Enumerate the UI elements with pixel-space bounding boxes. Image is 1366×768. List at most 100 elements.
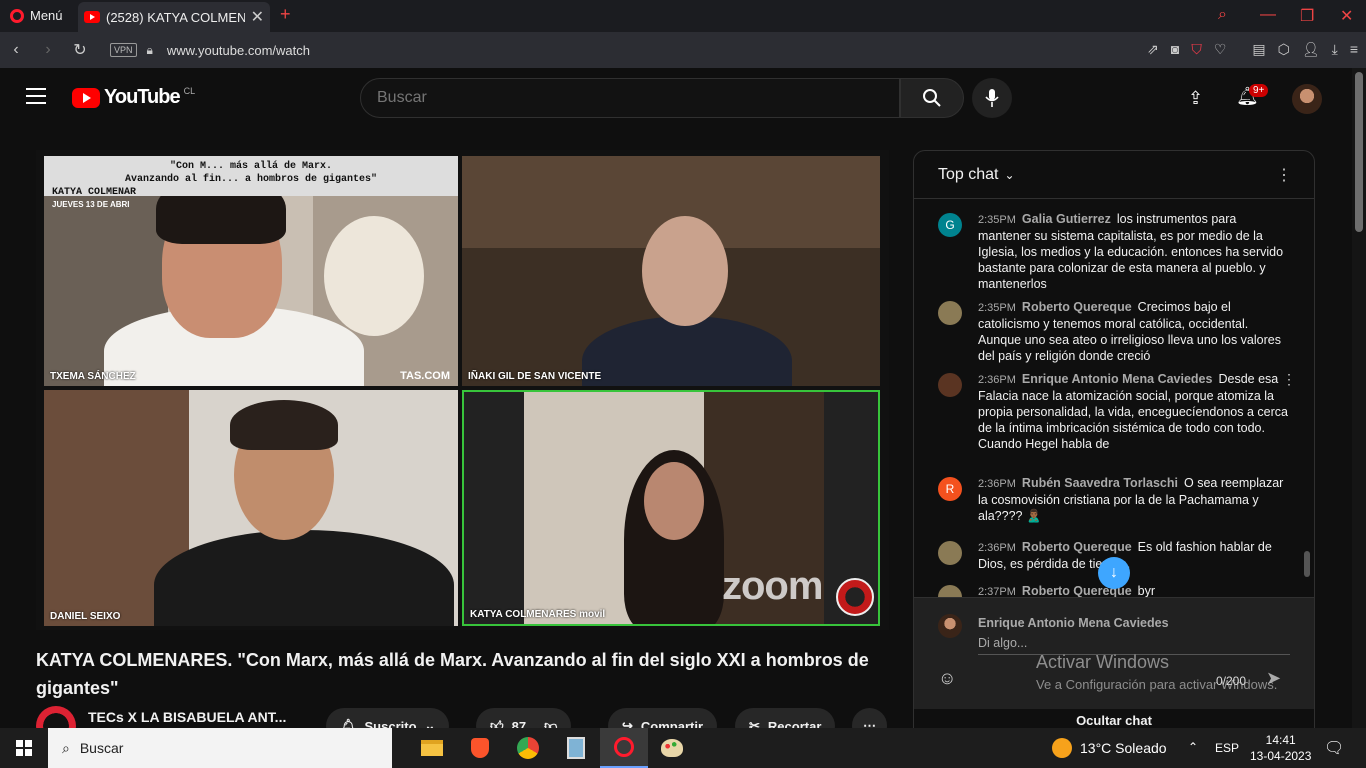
cube-icon[interactable]: ⬡ — [1278, 41, 1290, 58]
own-avatar — [938, 614, 962, 638]
camera-icon[interactable]: ◙ — [1171, 41, 1179, 58]
opera-taskbar-icon[interactable] — [600, 728, 648, 768]
chrome-icon[interactable] — [504, 728, 552, 768]
minimize-icon[interactable]: — — [1260, 6, 1276, 24]
back-icon[interactable]: ‹ — [0, 41, 32, 59]
watermark-title: Activar Windows — [1036, 652, 1170, 672]
message-author[interactable]: Galia Gutierrez — [1022, 212, 1111, 226]
hide-chat-button[interactable]: Ocultar chat — [914, 713, 1314, 728]
brave-browser-icon[interactable] — [456, 728, 504, 768]
message-options-icon[interactable]: ⋮ — [1282, 371, 1296, 387]
channel-name[interactable]: TECs X LA BISABUELA ANT... — [88, 709, 286, 725]
notification-badge: 9+ — [1249, 84, 1269, 97]
activate-windows-watermark: Activar Windows Ve a Configuración para … — [1036, 652, 1277, 692]
wallet-icon[interactable]: ▤ — [1252, 41, 1265, 58]
emoji-icon[interactable]: ☺ — [938, 668, 956, 689]
message-author[interactable]: Rubén Saavedra Torlaschi — [1022, 476, 1178, 490]
participant-face — [642, 216, 728, 326]
hamburger-menu-icon[interactable] — [26, 88, 46, 104]
forward-icon[interactable]: › — [32, 41, 64, 59]
message-author[interactable]: Enrique Antonio Mena Caviedes — [1022, 372, 1213, 386]
notification-center-icon[interactable]: 🗨︎ — [1324, 738, 1344, 758]
reload-icon[interactable]: ↻ — [64, 40, 96, 60]
search-button[interactable] — [900, 78, 964, 118]
adblock-shield-icon[interactable]: ⛉ — [1191, 41, 1202, 58]
chat-mode-label: Top chat — [938, 165, 999, 183]
weather-text: 13°C Soleado — [1080, 740, 1167, 756]
chat-avatar — [938, 301, 962, 325]
taskbar-search[interactable]: ⌕ Buscar — [48, 728, 392, 768]
participant-body — [582, 316, 792, 386]
upload-icon[interactable]: ⇪ — [1188, 88, 1203, 109]
chat-avatar: R — [938, 477, 962, 501]
url-field[interactable]: www.youtube.com/watch — [167, 43, 310, 58]
video-player[interactable]: "Con M... más allá de Marx. Avanzando al… — [36, 150, 889, 630]
country-code: CL — [183, 85, 196, 96]
opera-logo-icon — [10, 8, 24, 23]
restore-icon[interactable]: ❐ — [1300, 6, 1314, 26]
clock-time: 14:41 — [1265, 733, 1296, 747]
chat-messages[interactable]: G 2:35PM Galia Gutierrez los instrumentos … — [914, 201, 1304, 597]
address-bar: ‹ › ↻ VPN 🔒︎ www.youtube.com/watch ⇗ ◙ ⛉… — [0, 32, 1366, 68]
search-icon: ⌕ — [62, 739, 70, 756]
sun-icon — [1052, 738, 1072, 758]
chat-message[interactable]: R 2:36PM Rubén Saavedra Torlaschi O sea re… — [938, 475, 1288, 524]
youtube-logo[interactable]: YouTube CL — [72, 86, 195, 109]
message-time: 2:36PM — [978, 542, 1016, 554]
clock-date: 13-04-2023 — [1250, 749, 1312, 763]
menu-label: Menú — [30, 8, 63, 23]
youtube-play-logo-icon — [72, 87, 100, 108]
notepad-icon[interactable] — [552, 728, 600, 768]
tray-chevron-icon[interactable]: ⌃ — [1188, 740, 1198, 754]
account-avatar[interactable] — [1292, 84, 1322, 114]
download-icon[interactable]: ⤓ — [1332, 41, 1338, 58]
banner-date: JUEVES 13 DE ABRI — [52, 200, 130, 209]
browser-search-icon[interactable]: ⌕ — [1218, 6, 1227, 24]
search-icon — [923, 89, 941, 107]
chat-header[interactable]: Top chat ⌄ — [914, 151, 1314, 199]
chat-message[interactable]: G 2:35PM Galia Gutierrez los instrumentos … — [938, 211, 1288, 292]
participant-body — [154, 530, 454, 626]
opera-menu-button[interactable]: Menú — [10, 8, 63, 23]
taskbar-clock[interactable]: 14:41 13-04-2023 — [1250, 732, 1311, 764]
participant-hair — [230, 400, 338, 450]
weather-widget[interactable]: 13°C Soleado — [1052, 738, 1167, 758]
microphone-icon — [985, 89, 999, 107]
browser-tab-active[interactable]: (2528) KATYA COLMENARE ✕ — [78, 2, 270, 32]
close-window-icon[interactable]: ✕ — [1340, 6, 1353, 26]
share-icon[interactable]: ⇗ — [1147, 41, 1159, 58]
file-explorer-icon[interactable] — [408, 728, 456, 768]
chat-avatar — [938, 541, 962, 565]
page-scrollbar-thumb[interactable] — [1355, 72, 1363, 232]
search-input[interactable] — [360, 78, 900, 118]
language-indicator[interactable]: ESP — [1215, 741, 1239, 755]
marx-portrait — [324, 216, 424, 336]
lock-icon[interactable]: 🔒︎ — [147, 43, 153, 58]
message-time: 2:37PM — [978, 586, 1016, 597]
voice-search-button[interactable] — [972, 78, 1012, 118]
heart-icon[interactable]: ♡ — [1214, 41, 1227, 58]
new-tab-button[interactable]: + — [280, 4, 291, 25]
start-button[interactable] — [0, 728, 48, 768]
chat-message[interactable]: 2:36PM Enrique Antonio Mena Caviedes Desde… — [938, 371, 1296, 452]
profile-icon[interactable]: 👤︎ — [1302, 41, 1320, 58]
chat-scrollbar[interactable] — [1304, 551, 1310, 577]
close-tab-icon[interactable]: ✕ — [251, 7, 264, 27]
chat-options-icon[interactable]: ⋮ — [1276, 165, 1292, 185]
vpn-badge[interactable]: VPN — [110, 43, 137, 57]
participant-tile-4-active-speaker: zoom KATYA COLMENARES movil — [462, 390, 880, 626]
page-scrollbar[interactable] — [1352, 68, 1366, 728]
background-sign: TAS.COM — [400, 370, 450, 382]
participant-name: TXEMA SÁNCHEZ — [50, 371, 136, 382]
easy-setup-icon[interactable]: ≡ — [1350, 41, 1358, 58]
chevron-down-icon: ⌄ — [1004, 167, 1015, 182]
scroll-to-bottom-button[interactable]: ↓ — [1098, 557, 1130, 589]
paint-icon[interactable] — [648, 728, 696, 768]
message-text: byr — [1137, 584, 1156, 597]
message-author[interactable]: Roberto Quereque — [1022, 300, 1132, 314]
video-title: KATYA COLMENARES. "Con Marx, más allá de… — [36, 650, 869, 698]
message-time: 2:35PM — [978, 214, 1016, 226]
zoom-watermark: zoom — [722, 564, 823, 608]
chat-message[interactable]: 2:35PM Roberto Quereque Crecimos bajo el c… — [938, 299, 1288, 364]
message-author[interactable]: Roberto Quereque — [1022, 540, 1132, 554]
